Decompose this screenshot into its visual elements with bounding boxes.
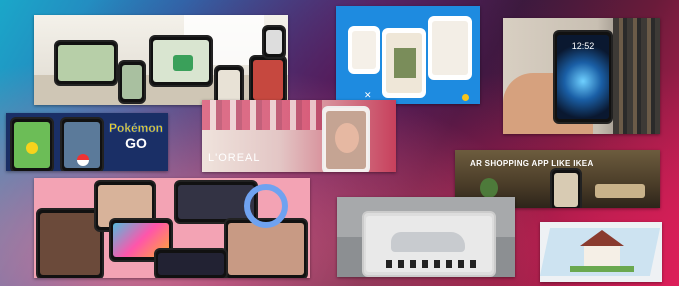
house-ar-tablet-tile <box>540 222 662 282</box>
collage-canvas: ✕ 12:52 Pokémon GO L'OREAL AR SHOPPING A… <box>0 0 679 286</box>
pokemon-phone-left <box>10 117 54 171</box>
pokemon-logo-text: Pokémon <box>108 121 164 136</box>
go-logo-text: GO <box>125 135 147 151</box>
face <box>335 123 359 153</box>
loreal-logo: L'OREAL <box>208 152 261 164</box>
filter-phone-6 <box>154 248 228 278</box>
lockscreen-time: 12:52 <box>571 41 595 51</box>
pokemon-go-tile: Pokémon GO <box>6 113 168 171</box>
ar-furniture-tablets-photo <box>34 15 288 105</box>
makeup-shelf <box>202 100 322 130</box>
loreal-makeup-ar-photo: L'OREAL <box>202 100 396 172</box>
face-filter-pink-tile <box>34 178 310 278</box>
phone-lockscreen: 12:52 <box>553 30 613 124</box>
loreal-brand-text: L'OREAL <box>208 152 261 164</box>
house-roof <box>580 230 624 246</box>
blue-ring <box>244 184 288 228</box>
pokemon-go-logo: Pokémon GO <box>106 121 166 151</box>
phone-right <box>214 65 244 105</box>
car <box>391 232 465 252</box>
loreal-phone <box>322 106 370 172</box>
pikachu-icon <box>26 142 38 154</box>
phone-far-right <box>262 25 286 59</box>
ikea-headline: AR SHOPPING APP LIKE IKEA <box>470 159 594 168</box>
screen-right <box>428 16 472 80</box>
ar-app-blue-screens: ✕ <box>336 6 480 104</box>
tablet-right <box>249 55 287 105</box>
phone-small <box>118 60 146 104</box>
screen-left <box>348 26 380 74</box>
hand-phone-lockscreen-photo: 12:52 <box>503 18 660 134</box>
green-ground <box>570 266 634 272</box>
ikea-phone <box>550 168 582 208</box>
color-dots <box>386 260 476 268</box>
bookshelf <box>613 18 660 134</box>
car-ar-tablet-tile <box>337 197 515 277</box>
screen-center <box>382 28 426 98</box>
yellow-dot <box>462 94 469 101</box>
plant <box>480 178 498 198</box>
pokemon-phone-right <box>60 117 104 171</box>
green-chair-icon <box>173 55 193 71</box>
car-tablet <box>362 211 496 277</box>
sofa <box>595 184 645 198</box>
house-body <box>584 246 620 266</box>
tablet-left <box>54 40 118 86</box>
tablet-center <box>149 35 213 87</box>
pokeball-icon <box>77 154 89 166</box>
